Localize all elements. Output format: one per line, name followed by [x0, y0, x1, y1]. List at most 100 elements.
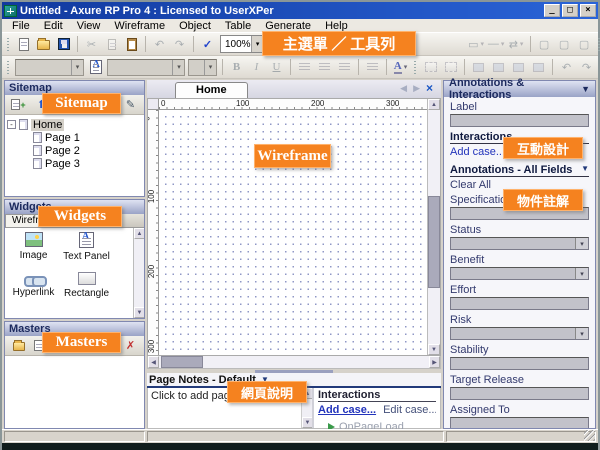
menu-object[interactable]: Object	[173, 20, 217, 32]
scrollbar-thumb[interactable]	[428, 196, 440, 288]
line-style-button[interactable]: —▾	[487, 35, 506, 54]
edit-case-link[interactable]: Edit case...	[383, 404, 436, 416]
widgets-scrollbar[interactable]: ▲ ▼	[133, 228, 144, 318]
rotate-right-button[interactable]: ↷	[577, 58, 596, 77]
menu-file[interactable]: File	[6, 20, 36, 32]
new-button[interactable]	[14, 35, 33, 54]
distribute-objects-button[interactable]: ▢	[555, 35, 574, 54]
scroll-down-icon[interactable]: ▼	[428, 344, 440, 355]
delete-master-button[interactable]: ✗	[121, 338, 140, 354]
scroll-right-icon[interactable]: ▶	[429, 356, 440, 368]
masters-list[interactable]	[5, 356, 144, 428]
spellcheck-button[interactable]: ✓	[198, 35, 217, 54]
bold-button[interactable]: B	[227, 58, 246, 77]
close-button[interactable]: ×	[580, 4, 596, 17]
zoom-select[interactable]: 100% ▾	[220, 35, 265, 53]
toolbar-grip[interactable]	[413, 59, 418, 75]
font-select[interactable]: ▾	[107, 59, 185, 76]
tree-item-home[interactable]: - Home	[7, 118, 142, 131]
canvas-vertical-scrollbar[interactable]: ▲ ▼	[427, 99, 440, 355]
status-segment	[4, 431, 145, 442]
tab-home[interactable]: Home	[175, 82, 248, 98]
save-button[interactable]	[54, 35, 73, 54]
rotate-left-button[interactable]: ↶	[557, 58, 576, 77]
copy-button[interactable]	[102, 35, 121, 54]
effort-input[interactable]	[450, 297, 589, 310]
scroll-up-icon[interactable]: ▲	[428, 99, 440, 110]
overlay-widgets-label: Widgets	[38, 206, 122, 227]
canvas-horizontal-scrollbar[interactable]: ◀ ▶	[147, 356, 441, 369]
widget-image[interactable]: Image	[7, 232, 60, 262]
widgets-grid: Image Text Panel Hyperlink Rectangl	[5, 228, 117, 309]
cut-button[interactable]: ✂	[82, 35, 101, 54]
border-style-button[interactable]: ▭▾	[467, 35, 486, 54]
risk-select[interactable]: ▾	[450, 327, 589, 340]
style-select[interactable]: ▾	[15, 59, 84, 76]
maximize-button[interactable]: □	[562, 4, 578, 17]
target-release-input[interactable]	[450, 387, 589, 400]
toolbar-grip[interactable]	[6, 59, 11, 75]
undo-button[interactable]: ↶	[150, 35, 169, 54]
status-select[interactable]: ▾	[450, 237, 589, 250]
edit-page-button[interactable]: ✎	[121, 97, 140, 113]
open-master-button[interactable]	[9, 338, 28, 354]
menu-wireframe[interactable]: Wireframe	[108, 20, 171, 32]
scroll-up-icon[interactable]: ▲	[134, 228, 144, 239]
tree-item-page1[interactable]: Page 1	[33, 131, 142, 144]
align-right-button[interactable]	[335, 58, 354, 77]
bring-to-front-button[interactable]	[469, 58, 488, 77]
arrow-style-button[interactable]: ⇄▾	[507, 35, 526, 54]
prev-tab-icon[interactable]: ◀	[400, 83, 407, 94]
widget-hyperlink[interactable]: Hyperlink	[7, 272, 60, 299]
annotations-panel-header[interactable]: Annotations & Interactions ▼	[444, 81, 595, 97]
align-box-icon: ▢	[539, 38, 549, 51]
redo-button[interactable]: ↷	[170, 35, 189, 54]
widget-rectangle[interactable]: Rectangle	[60, 272, 113, 299]
bring-forward-button[interactable]	[509, 58, 528, 77]
send-to-back-button[interactable]	[489, 58, 508, 77]
add-page-button[interactable]: +	[9, 97, 28, 113]
menu-table[interactable]: Table	[219, 20, 257, 32]
add-case-link[interactable]: Add case...	[318, 404, 376, 416]
scroll-left-icon[interactable]: ◀	[148, 356, 159, 368]
scrollbar-thumb[interactable]	[161, 356, 203, 368]
italic-button[interactable]: I	[247, 58, 266, 77]
widget-text-panel[interactable]: Text Panel	[60, 232, 113, 262]
open-button[interactable]	[34, 35, 53, 54]
resize-grip[interactable]	[584, 430, 595, 441]
menu-generate[interactable]: Generate	[259, 20, 317, 32]
next-tab-icon[interactable]: ▶	[413, 83, 420, 94]
annotations-section-header[interactable]: Annotations - All Fields ▼	[450, 164, 589, 177]
collapse-icon[interactable]: -	[7, 120, 16, 129]
menu-view[interactable]: View	[71, 20, 107, 32]
group-button[interactable]	[421, 58, 440, 77]
scroll-down-icon[interactable]: ▼	[134, 307, 144, 318]
stability-input[interactable]	[450, 357, 589, 370]
assigned-to-input[interactable]	[450, 417, 589, 428]
label-field-input[interactable]	[450, 114, 589, 127]
style-editor-button[interactable]	[86, 58, 105, 77]
tree-item-page2[interactable]: Page 2	[33, 144, 142, 157]
font-color-button[interactable]: A▾	[391, 58, 410, 77]
ungroup-button[interactable]	[441, 58, 460, 77]
toolbar-grip[interactable]	[597, 36, 600, 52]
ruler-mark: 200	[311, 99, 324, 108]
size-objects-button[interactable]: ▢	[575, 35, 594, 54]
paste-button[interactable]	[122, 35, 141, 54]
minimize-button[interactable]: _	[544, 4, 560, 17]
toolbar-grip[interactable]	[6, 36, 11, 52]
font-size-select[interactable]: ▾	[188, 59, 217, 76]
align-left-button[interactable]	[295, 58, 314, 77]
edit-pencil-icon: ✎	[126, 98, 135, 111]
close-tab-icon[interactable]: ×	[426, 81, 433, 95]
send-backward-button[interactable]	[529, 58, 548, 77]
align-objects-button[interactable]: ▢	[535, 35, 554, 54]
bullet-list-button[interactable]	[363, 58, 382, 77]
benefit-select[interactable]: ▾	[450, 267, 589, 280]
underline-button[interactable]: U	[267, 58, 286, 77]
align-center-button[interactable]	[315, 58, 334, 77]
menu-help[interactable]: Help	[319, 20, 354, 32]
tree-item-page3[interactable]: Page 3	[33, 157, 142, 170]
menu-edit[interactable]: Edit	[38, 20, 69, 32]
zoom-value: 100%	[225, 39, 251, 50]
